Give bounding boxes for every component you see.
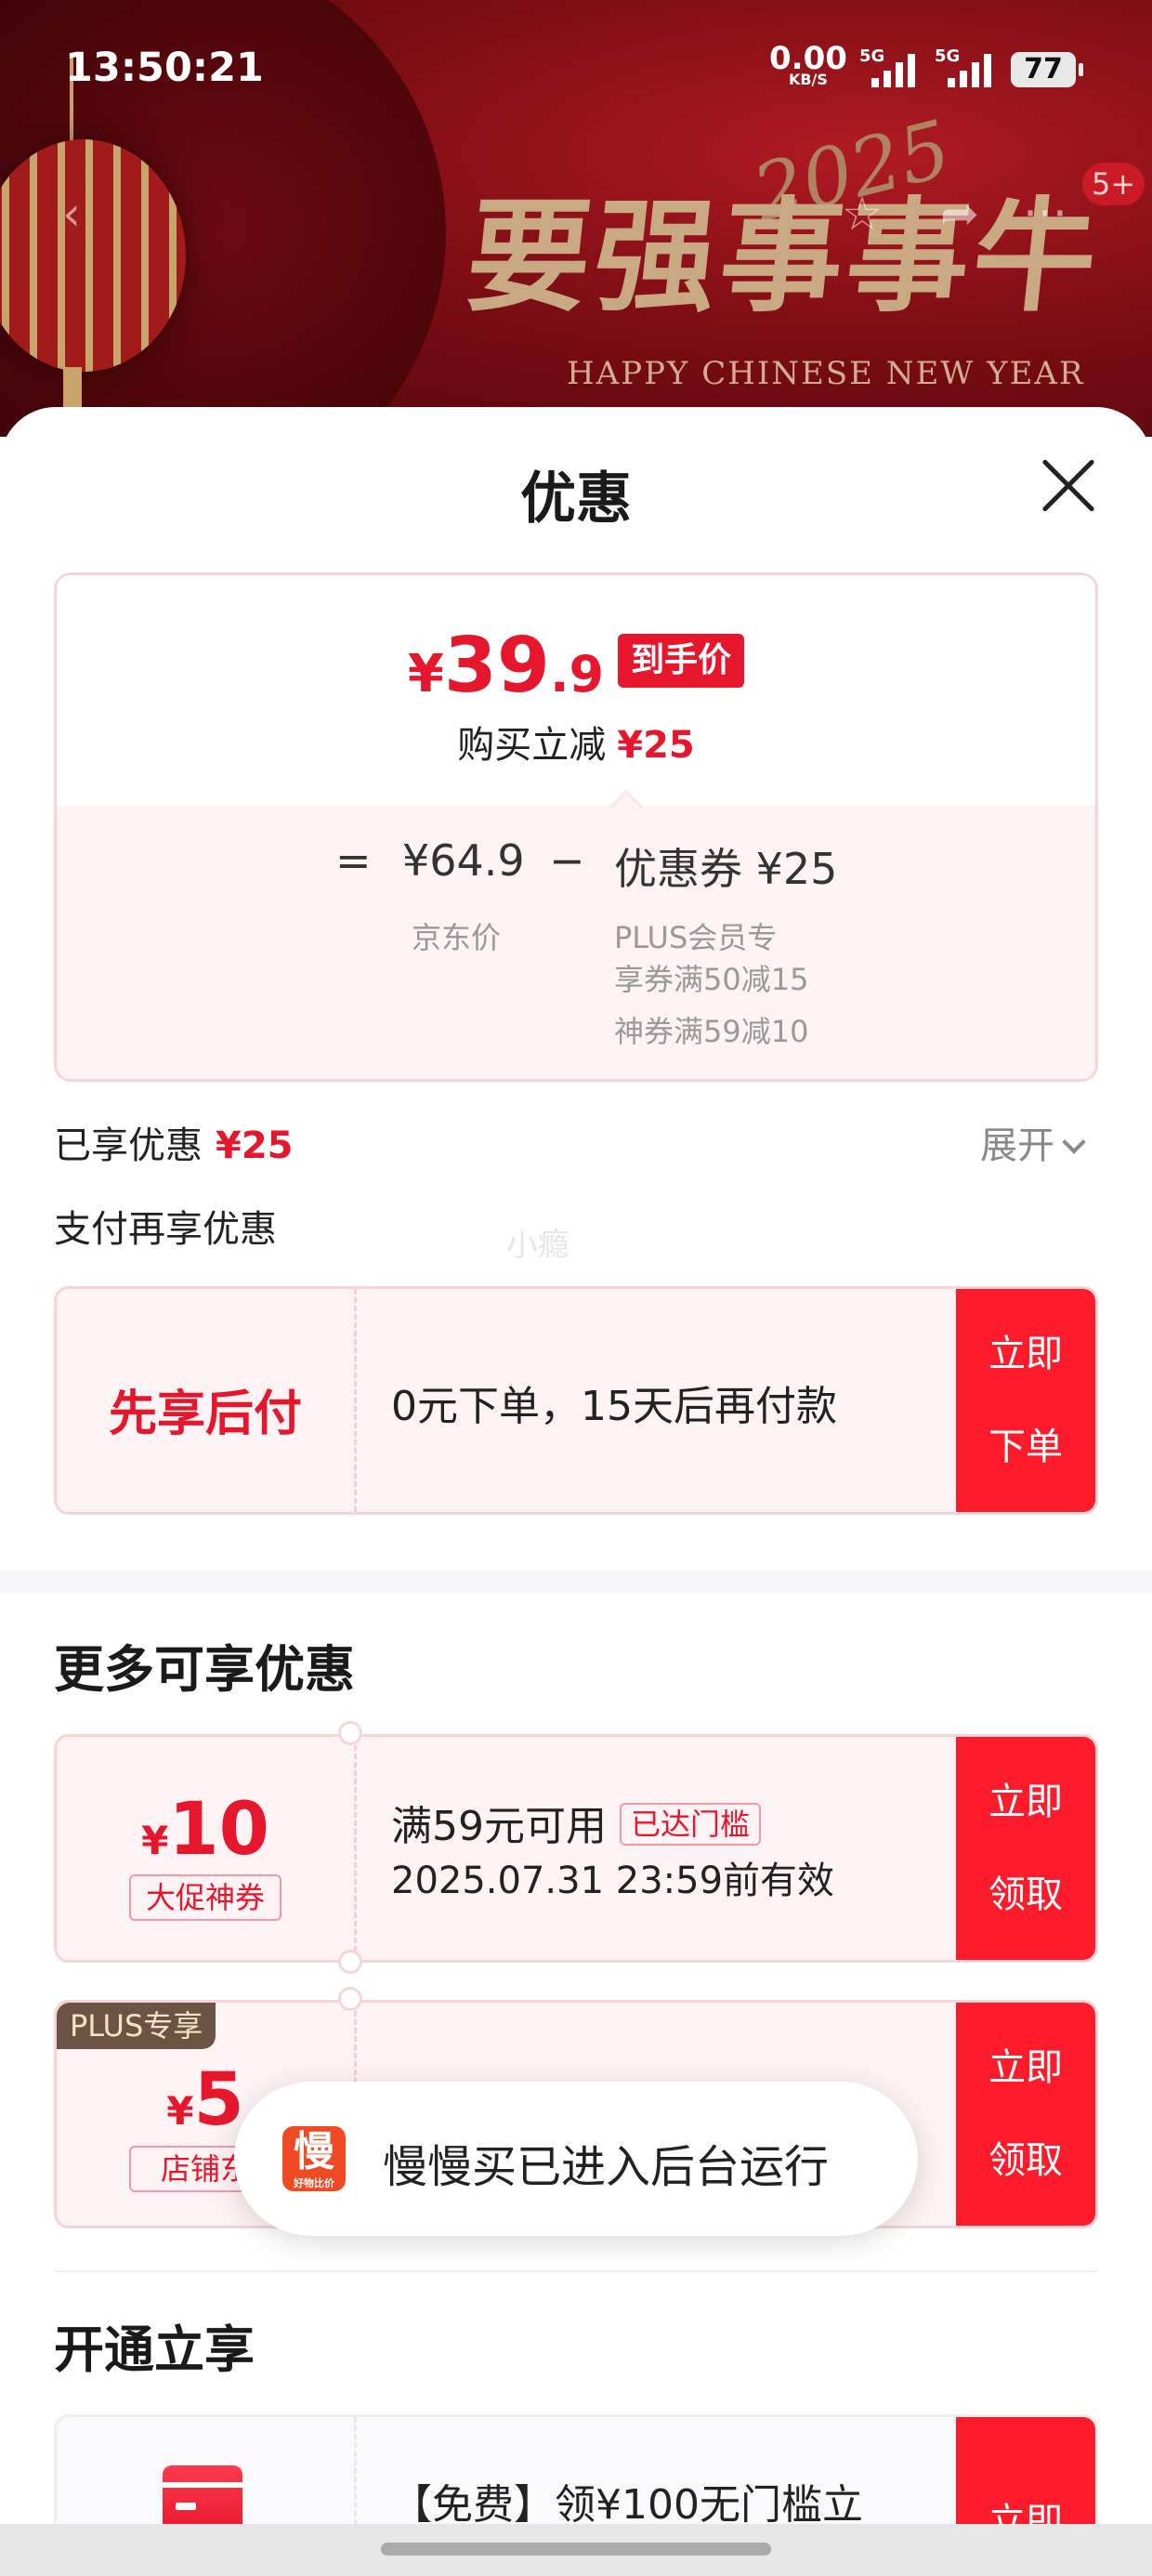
- section-gap: [0, 1571, 1152, 1593]
- enjoyed-discount: 已享优惠 ¥25: [54, 1115, 294, 1169]
- gesture-bar: [0, 2524, 1152, 2576]
- home-indicator[interactable]: [381, 2543, 771, 2556]
- instant-discount: 购买立减 ¥25: [57, 715, 1095, 769]
- watermark: 小瘾: [506, 1227, 569, 1264]
- cta-line-2: 领取: [988, 2139, 1063, 2182]
- coupon-detail-2: 享券满50减15: [614, 962, 809, 997]
- jd-price-label: 京东价: [412, 920, 502, 955]
- battery-icon: 77: [1011, 52, 1083, 87]
- app-logo-char: 慢: [294, 2128, 334, 2175]
- more-icon[interactable]: ···: [1013, 181, 1078, 246]
- expand-toggle[interactable]: 展开: [980, 1115, 1086, 1169]
- more-offers-title: 更多可享优惠: [54, 1640, 355, 1699]
- coupon-detail-3: 神券满59减10: [614, 1014, 809, 1049]
- net-speed: 0.00 KB/S: [769, 43, 847, 87]
- order-now-button[interactable]: 立即 下单: [956, 1289, 1095, 1512]
- cta-line-1: 立即: [988, 2046, 1063, 2089]
- cta-line-2: 下单: [988, 1426, 1063, 1468]
- card-divider: [354, 1737, 357, 1960]
- coupon-amount: ¥10: [57, 1788, 354, 1872]
- app-logo-sub: 好物比价: [294, 2177, 334, 2189]
- plus-exclusive-tag: PLUS专享: [57, 2003, 216, 2049]
- price-breakdown-card: ¥39.9 到手价 购买立减 ¥25 = ¥64.9 − 优惠券 ¥25 京东价 …: [54, 572, 1098, 1082]
- price-currency: ¥: [407, 644, 444, 704]
- coupon-card[interactable]: ¥10 大促神券 满59元可用 已达门槛 2025.07.31 23:59前有效 …: [54, 1734, 1098, 1963]
- pay-more-label: 支付再享优惠: [54, 1208, 277, 1251]
- enjoyed-discount-value: ¥25: [216, 1124, 294, 1167]
- ticket-notch: [338, 1950, 362, 1974]
- status-bar: 13:50:21 0.00 KB/S 5G 5G 77: [0, 0, 1152, 139]
- coupon-condition-text: 满59元可用: [391, 1803, 607, 1850]
- coupon-currency: ¥: [141, 1818, 169, 1863]
- equals-sign: =: [335, 835, 372, 886]
- coupon-type: 大促神券: [129, 1874, 281, 1921]
- price-decimal: .9: [549, 645, 605, 703]
- sheet-title: 优惠: [520, 467, 632, 532]
- close-icon[interactable]: [1039, 455, 1098, 515]
- background-toast: 慢 好物比价 慢慢买已进入后台运行: [234, 2082, 918, 2236]
- message-badge[interactable]: 5+: [1082, 163, 1145, 205]
- coupon-condition: 满59元可用 已达门槛: [391, 1793, 762, 1852]
- instant-discount-value: ¥25: [617, 724, 695, 767]
- bnpl-title: 先享后付: [108, 1387, 302, 1442]
- final-price: ¥39.9 到手价: [57, 622, 1095, 710]
- final-price-section: ¥39.9 到手价 购买立减 ¥25: [57, 575, 1095, 806]
- signal-2-icon: [948, 52, 991, 87]
- star-icon[interactable]: ☆: [830, 181, 895, 246]
- share-icon[interactable]: ➦: [927, 181, 992, 246]
- claim-coupon-button[interactable]: 立即 领取: [956, 1737, 1095, 1960]
- coupon-value: 10: [168, 1788, 269, 1872]
- coupon-total: 优惠券 ¥25: [614, 844, 838, 894]
- instant-discount-label: 购买立减: [457, 724, 607, 767]
- final-price-tag: 到手价: [618, 634, 745, 688]
- coupon-value: 5: [193, 2058, 244, 2142]
- toast-message: 慢慢买已进入后台运行: [383, 2141, 830, 2193]
- coupon-currency: ¥: [166, 2088, 194, 2134]
- back-icon[interactable]: ‹: [39, 181, 104, 246]
- ticket-notch: [338, 1987, 362, 2011]
- signal-1-icon: [871, 52, 915, 87]
- open-benefits-title: 开通立享: [54, 2320, 255, 2379]
- divider-line: [54, 2270, 1098, 2272]
- bnpl-card[interactable]: 先享后付 0元下单，15天后再付款 立即下单: [54, 1286, 1098, 1515]
- membership-offer-desc: 【免费】领¥100无门槛立: [391, 2481, 863, 2529]
- bnpl-desc: 0元下单，15天后再付款: [391, 1383, 837, 1430]
- minus-sign: −: [549, 835, 585, 886]
- chevron-down-icon: [1062, 1130, 1086, 1154]
- coupon-validity: 2025.07.31 23:59前有效: [391, 1860, 835, 1902]
- claim-coupon-button[interactable]: 立即 领取: [956, 2003, 1095, 2226]
- price-integer: 39: [443, 622, 550, 710]
- card-divider: [354, 1289, 357, 1512]
- cta-line-1: 立即: [988, 1781, 1063, 1823]
- expand-label: 展开: [980, 1124, 1054, 1167]
- status-time: 13:50:21: [65, 45, 264, 91]
- threshold-met-badge: 已达门槛: [620, 1803, 762, 1846]
- banner-subtitle: HAPPY CHINESE NEW YEAR: [567, 355, 1085, 392]
- ticket-notch: [338, 1721, 362, 1745]
- coupon-detail-1: PLUS会员专: [614, 920, 778, 955]
- cta-line-2: 领取: [988, 1873, 1063, 1916]
- cta-line-1: 立即: [988, 1333, 1063, 1375]
- enjoyed-discount-label: 已享优惠: [54, 1124, 203, 1167]
- jd-price: ¥64.9: [402, 835, 525, 886]
- app-logo-icon: 慢 好物比价: [282, 2126, 346, 2191]
